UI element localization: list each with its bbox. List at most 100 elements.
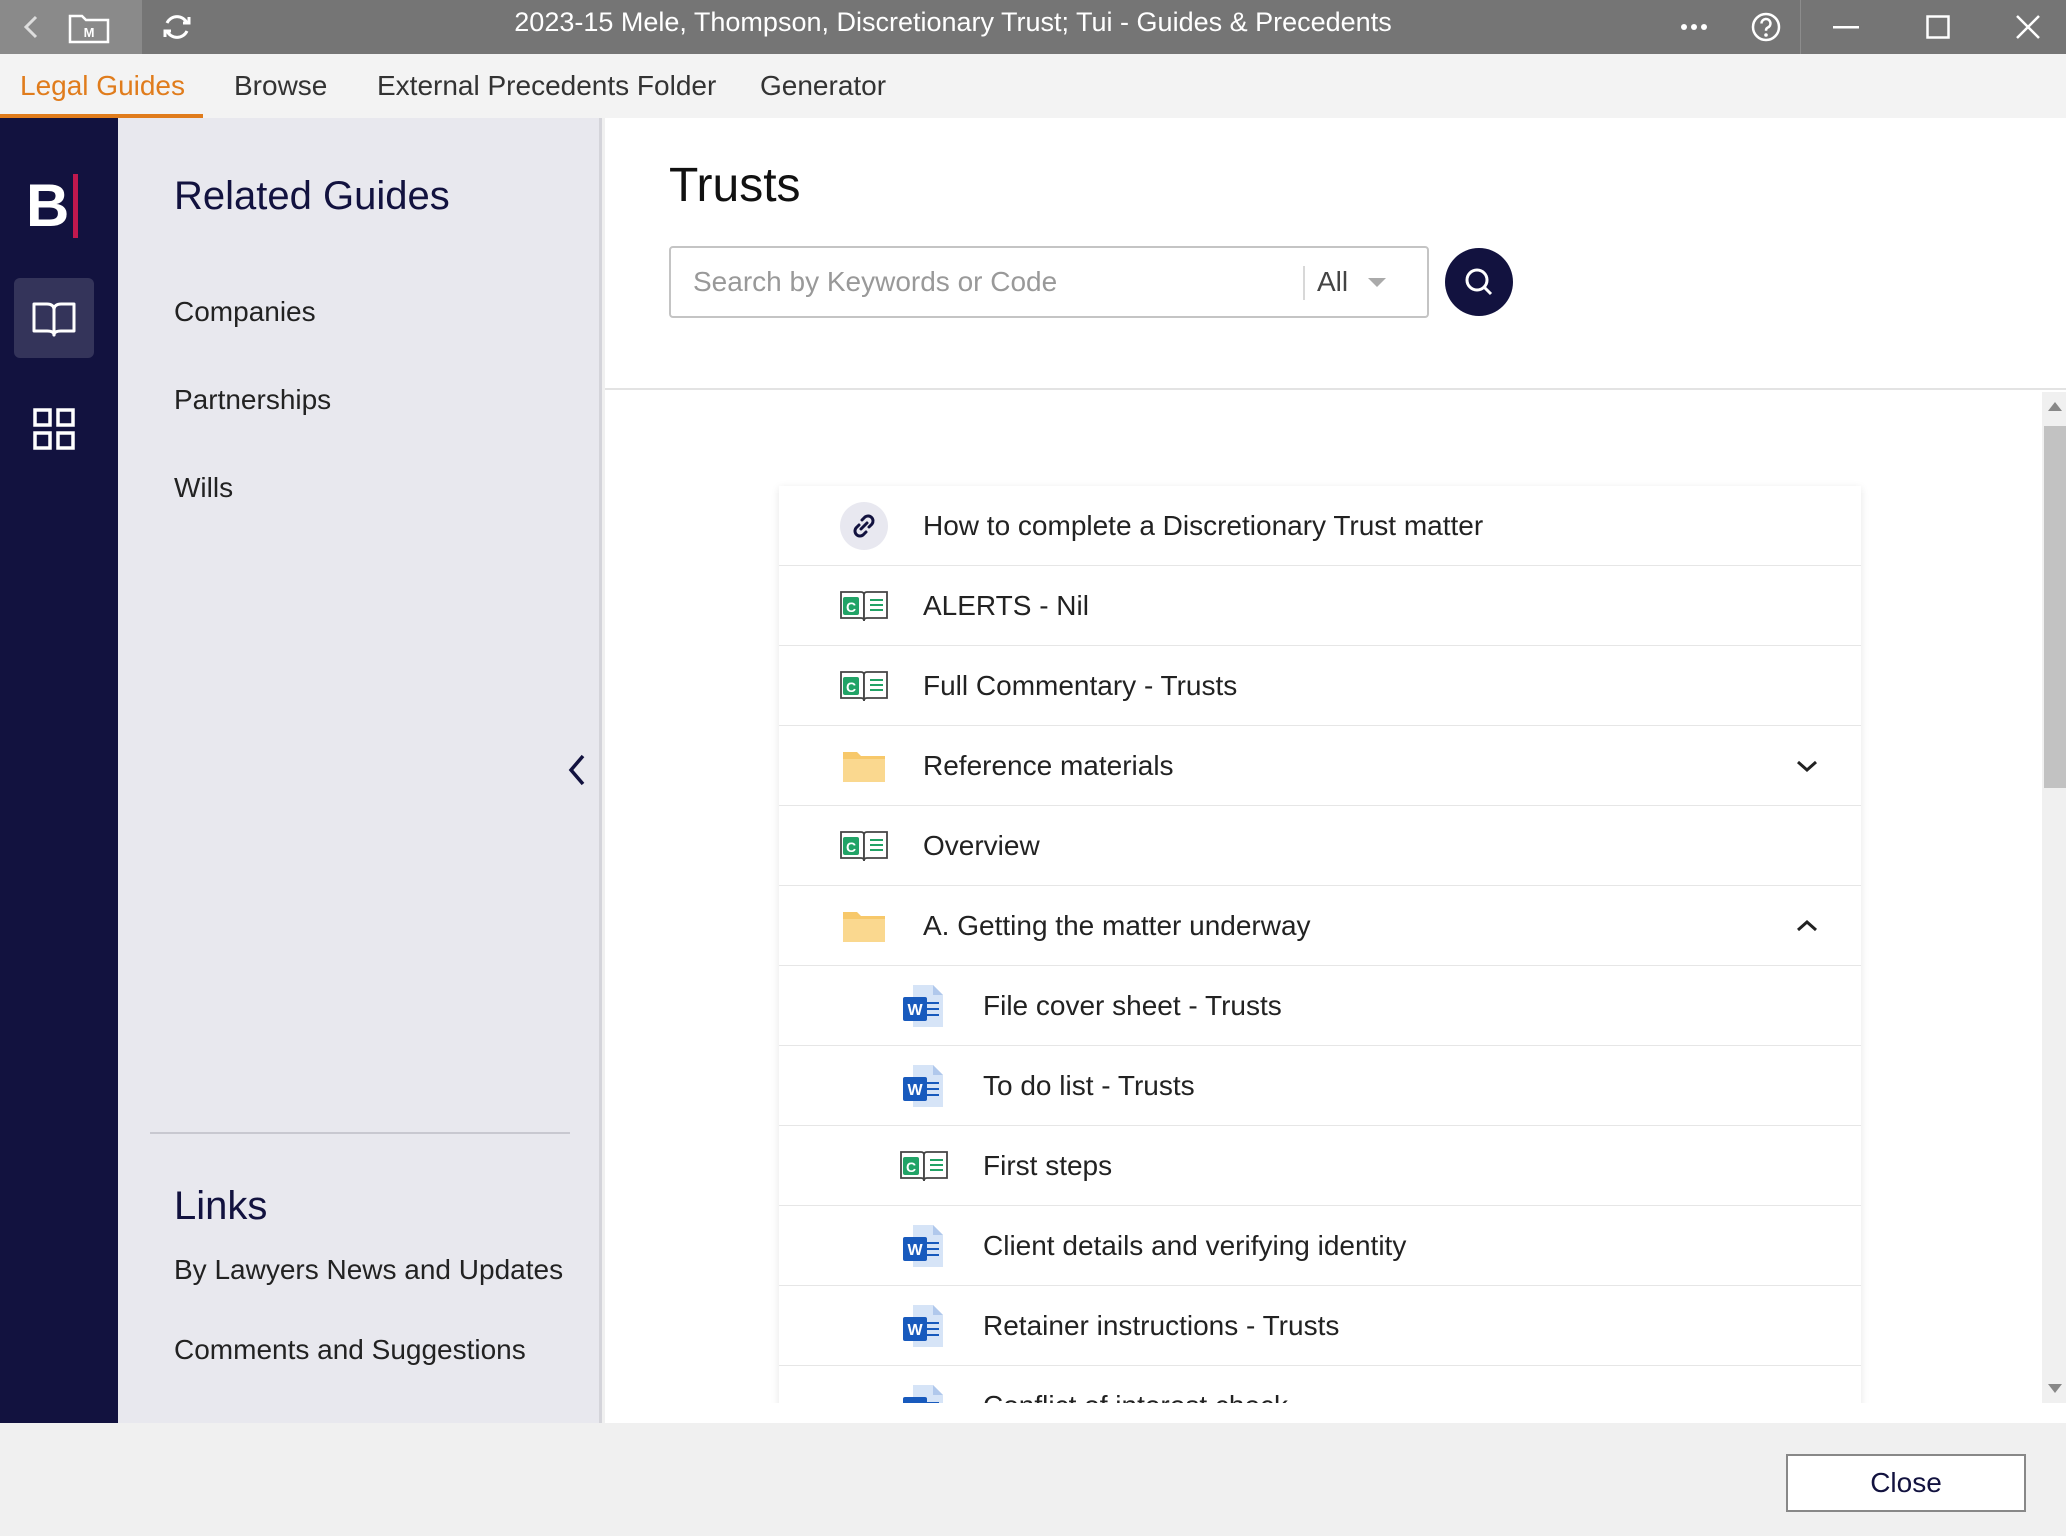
minimize-icon[interactable] <box>1826 0 1866 54</box>
sidebar-divider <box>150 1132 570 1134</box>
svg-text:W: W <box>907 1242 923 1259</box>
list-item-label: How to complete a Discretionary Trust ma… <box>923 510 1484 541</box>
svg-text:C: C <box>846 839 856 855</box>
window-title: 2023-15 Mele, Thompson, Discretionary Tr… <box>514 7 1392 37</box>
list-item-label: Full Commentary - Trusts <box>923 670 1238 701</box>
list-item[interactable]: Reference materials <box>779 726 1861 806</box>
svg-text:W: W <box>907 1002 923 1019</box>
guide-list-area: How to complete a Discretionary Trust ma… <box>605 392 2042 1403</box>
list-item[interactable]: W Conflict of interest check <box>779 1366 1861 1403</box>
link-news-and-updates[interactable]: By Lawyers News and Updates <box>174 1254 563 1286</box>
scrollbar-thumb[interactable] <box>2044 426 2066 788</box>
title-bar: M 2023-15 Mele, Thompson, Discretionary … <box>0 0 2066 54</box>
commentary-book-icon: C <box>839 822 889 870</box>
folder-icon <box>839 902 889 950</box>
guide-list: How to complete a Discretionary Trust ma… <box>779 486 1861 1403</box>
brand-logo: B <box>26 172 70 239</box>
collapse-sidebar-button[interactable] <box>562 750 592 790</box>
list-item-label: Conflict of interest check <box>983 1366 1288 1403</box>
vertical-scrollbar[interactable] <box>2042 392 2066 1403</box>
list-item-label: A. Getting the matter underway <box>923 910 1311 941</box>
search-divider <box>1303 266 1305 300</box>
related-guides-heading: Related Guides <box>174 174 450 218</box>
search-box: All <box>669 246 1429 318</box>
page-title: Trusts <box>669 159 801 212</box>
main-header: Trusts All <box>605 118 2066 390</box>
tab-external-precedents-folder[interactable]: External Precedents Folder <box>377 54 716 118</box>
search-scope-value: All <box>1317 266 1349 297</box>
list-item[interactable]: C First steps <box>779 1126 1861 1206</box>
close-button[interactable]: Close <box>1786 1454 2026 1512</box>
svg-text:W: W <box>907 1402 923 1403</box>
grid-icon <box>33 408 75 450</box>
tab-browse[interactable]: Browse <box>234 54 327 118</box>
search-input[interactable] <box>693 248 1293 316</box>
list-item-label: Client details and verifying identity <box>983 1230 1407 1261</box>
svg-text:W: W <box>907 1082 923 1099</box>
commentary-book-icon: C <box>839 582 889 630</box>
svg-text:M: M <box>84 25 95 40</box>
commentary-book-icon: C <box>839 662 889 710</box>
list-item[interactable]: W To do list - Trusts <box>779 1046 1861 1126</box>
svg-text:C: C <box>846 599 856 615</box>
chevron-up-icon[interactable] <box>1793 912 1821 940</box>
maximize-icon[interactable] <box>1918 0 1958 54</box>
list-item[interactable]: W File cover sheet - Trusts <box>779 966 1861 1046</box>
search-button[interactable] <box>1445 248 1513 316</box>
caret-down-icon <box>1368 277 1387 287</box>
list-item-label: ALERTS - Nil <box>923 590 1089 621</box>
tab-legal-guides[interactable]: Legal Guides <box>20 54 185 118</box>
scroll-up-icon[interactable] <box>2048 402 2062 411</box>
main-panel: Trusts All How to complete a Discretiona… <box>605 118 2066 1423</box>
title-bar-separator <box>1800 0 1801 54</box>
word-doc-icon: W <box>899 1302 949 1350</box>
list-item-label: To do list - Trusts <box>983 1070 1195 1101</box>
related-guide-partnerships[interactable]: Partnerships <box>174 384 331 416</box>
scroll-down-icon[interactable] <box>2048 1384 2062 1393</box>
list-item-label: Retainer instructions - Trusts <box>983 1310 1340 1341</box>
list-item[interactable]: C Overview <box>779 806 1861 886</box>
word-doc-icon: W <box>899 982 949 1030</box>
list-item-label: Overview <box>923 830 1040 861</box>
list-item[interactable]: C Full Commentary - Trusts <box>779 646 1861 726</box>
link-comments-and-suggestions[interactable]: Comments and Suggestions <box>174 1334 526 1366</box>
related-guides-sidebar: Related Guides Companies Partnerships Wi… <box>118 118 602 1423</box>
search-scope-select[interactable]: All <box>1317 248 1427 316</box>
matter-folder-icon[interactable]: M <box>66 0 112 54</box>
svg-text:W: W <box>907 1322 923 1339</box>
svg-text:C: C <box>846 679 856 695</box>
search-icon <box>1465 268 1493 296</box>
list-item[interactable]: W Client details and verifying identity <box>779 1206 1861 1286</box>
left-rail: B <box>0 118 118 1423</box>
word-doc-icon: W <box>899 1062 949 1110</box>
apps-nav-button[interactable] <box>14 389 94 469</box>
list-item[interactable]: A. Getting the matter underway <box>779 886 1861 966</box>
word-doc-icon: W <box>899 1222 949 1270</box>
list-item-label: File cover sheet - Trusts <box>983 990 1282 1021</box>
related-guide-wills[interactable]: Wills <box>174 472 233 504</box>
refresh-icon[interactable] <box>158 0 196 54</box>
list-item[interactable]: W Retainer instructions - Trusts <box>779 1286 1861 1366</box>
related-guide-companies[interactable]: Companies <box>174 296 316 328</box>
list-item-label: Reference materials <box>923 750 1174 781</box>
back-icon[interactable] <box>14 0 48 54</box>
guides-nav-button[interactable] <box>14 278 94 358</box>
more-options-icon[interactable] <box>1676 0 1712 54</box>
footer: Close <box>0 1423 2066 1536</box>
list-item[interactable]: How to complete a Discretionary Trust ma… <box>779 486 1861 566</box>
help-icon[interactable] <box>1748 0 1784 54</box>
word-doc-icon: W <box>899 1382 949 1403</box>
chevron-down-icon[interactable] <box>1793 752 1821 780</box>
folder-icon <box>839 742 889 790</box>
close-window-icon[interactable] <box>2008 0 2048 54</box>
brand-logo-bar <box>73 174 78 238</box>
commentary-book-icon: C <box>899 1142 949 1190</box>
list-item[interactable]: C ALERTS - Nil <box>779 566 1861 646</box>
chevron-left-icon <box>568 754 585 786</box>
open-book-icon <box>32 302 76 337</box>
tab-generator[interactable]: Generator <box>760 54 886 118</box>
tab-bar: Legal Guides Browse External Precedents … <box>0 54 2066 118</box>
link-icon <box>839 502 889 550</box>
svg-text:C: C <box>906 1159 916 1175</box>
list-item-label: First steps <box>983 1150 1113 1181</box>
